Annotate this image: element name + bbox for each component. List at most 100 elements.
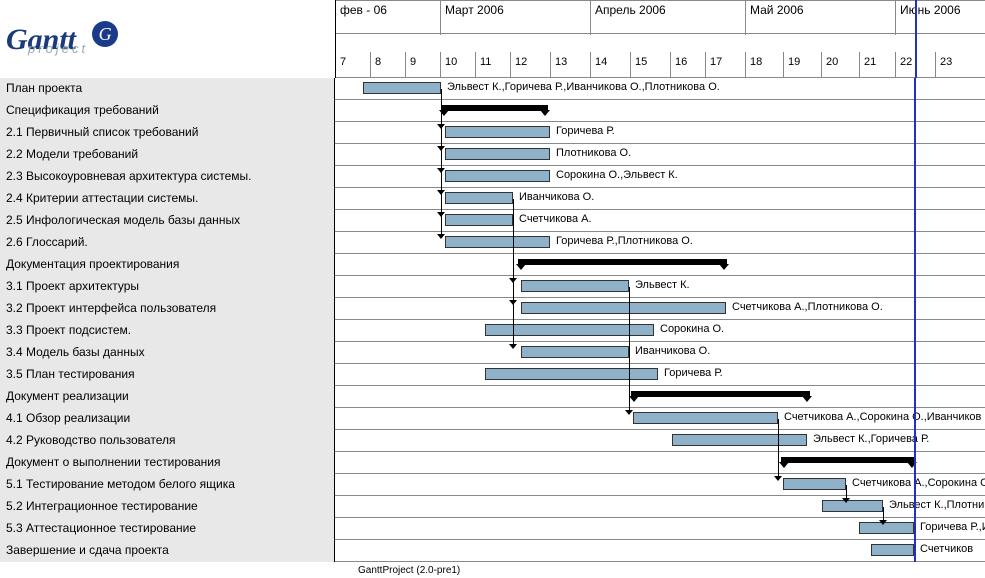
task-bar[interactable]: [445, 126, 550, 138]
task-label[interactable]: 3.5 План тестирования: [0, 364, 335, 386]
chart-cell[interactable]: [335, 254, 985, 276]
task-assignee-label: Сорокина О.: [660, 323, 724, 335]
dependency-line: [883, 507, 884, 520]
task-label[interactable]: 5.3 Аттестационное тестирование: [0, 518, 335, 540]
chart-cell[interactable]: Счетчикова А.,Сорокина О.,Ив: [335, 474, 985, 496]
logo-badge-icon: G: [92, 21, 118, 47]
task-label[interactable]: 3.2 Проект интерфейса пользователя: [0, 298, 335, 320]
dependency-arrow-icon: [842, 498, 850, 503]
task-label[interactable]: Спецификация требований: [0, 100, 335, 122]
month-row: фев - 06Март 2006Апрель 2006Май 2006Июнь…: [336, 0, 985, 34]
chart-cell[interactable]: Иванчикова О.: [335, 342, 985, 364]
dependency-arrow-icon: [774, 476, 782, 481]
task-bar[interactable]: [521, 280, 629, 292]
task-bar[interactable]: [363, 82, 441, 94]
chart-cell[interactable]: [335, 452, 985, 474]
chart-cell[interactable]: Горичева Р.,Плотникова О.: [335, 232, 985, 254]
task-row: 3.4 Модель базы данных Иванчикова О.: [0, 342, 985, 364]
task-label[interactable]: 3.1 Проект архитектуры: [0, 276, 335, 298]
task-label[interactable]: 2.3 Высокоуровневая архитектура системы.: [0, 166, 335, 188]
task-label[interactable]: 2.4 Критерии аттестации системы.: [0, 188, 335, 210]
task-bar[interactable]: [445, 236, 550, 248]
gantt-chart[interactable]: План проекта Эльвест К.,Горичева Р.,Иванч…: [0, 78, 985, 562]
chart-cell[interactable]: Сорокина О.,Эльвест К.: [335, 166, 985, 188]
task-label[interactable]: 3.3 Проект подсистем.: [0, 320, 335, 342]
task-bar[interactable]: [633, 412, 778, 424]
task-label[interactable]: 5.1 Тестирование методом белого ящика: [0, 474, 335, 496]
task-label[interactable]: 4.2 Руководство пользователя: [0, 430, 335, 452]
task-row: Завершение и сдача проектаСчетчиков: [0, 540, 985, 562]
task-assignee-label: Горичева Р.: [664, 367, 723, 379]
chart-cell[interactable]: [335, 386, 985, 408]
task-label[interactable]: Завершение и сдача проекта: [0, 540, 335, 562]
chart-cell[interactable]: Эльвест К.,Горичева Р.,Иванчикова О.,Пло…: [335, 78, 985, 100]
chart-cell[interactable]: Эльвест К.,Горичева Р.: [335, 430, 985, 452]
chart-cell[interactable]: [335, 100, 985, 122]
task-label[interactable]: План проекта: [0, 78, 335, 100]
task-row: Документация проектирования: [0, 254, 985, 276]
week-cell: 13: [551, 52, 591, 78]
timeline-header: фев - 06Март 2006Апрель 2006Май 2006Июнь…: [335, 0, 985, 78]
today-line: [915, 0, 917, 78]
chart-cell[interactable]: Счетчикова А.,Плотникова О.: [335, 298, 985, 320]
task-label[interactable]: Документ реализации: [0, 386, 335, 408]
task-bar[interactable]: [445, 148, 550, 160]
chart-cell[interactable]: Эльвест К.: [335, 276, 985, 298]
task-assignee-label: Эльвест К.,Плотникова: [889, 499, 985, 511]
task-label[interactable]: 3.4 Модель базы данных: [0, 342, 335, 364]
task-label[interactable]: 5.2 Интеграционное тестирование: [0, 496, 335, 518]
dependency-line: [441, 89, 442, 234]
app-logo: Gantt project G: [0, 0, 335, 78]
chart-cell[interactable]: Горичева Р.: [335, 122, 985, 144]
week-cell: 10: [441, 52, 476, 78]
task-bar[interactable]: [445, 214, 513, 226]
task-label[interactable]: 2.6 Глоссарий.: [0, 232, 335, 254]
task-row: 3.1 Проект архитектурыЭльвест К.: [0, 276, 985, 298]
task-assignee-label: Иванчикова О.: [635, 345, 710, 357]
chart-cell[interactable]: Эльвест К.,Плотникова: [335, 496, 985, 518]
task-assignee-label: Сорокина О.,Эльвест К.: [556, 169, 678, 181]
task-row: Спецификация требований: [0, 100, 985, 122]
summary-bar[interactable]: [781, 457, 915, 463]
task-bar[interactable]: [521, 346, 629, 358]
chart-cell[interactable]: Счетчиков: [335, 540, 985, 562]
week-cell: 19: [784, 52, 822, 78]
chart-cell[interactable]: Счетчикова А.: [335, 210, 985, 232]
task-assignee-label: Счетчикова А.: [519, 213, 592, 225]
task-bar[interactable]: [445, 170, 550, 182]
task-assignee-label: Эльвест К.,Горичева Р.,Иванчикова О.,Пло…: [447, 81, 720, 93]
dependency-arrow-icon: [625, 410, 633, 415]
task-assignee-label: Иванчикова О.: [519, 191, 594, 203]
dependency-arrow-icon: [879, 520, 887, 525]
dependency-arrow-icon: [509, 344, 517, 349]
chart-cell[interactable]: Горичева Р.,Иванч: [335, 518, 985, 540]
task-bar[interactable]: [485, 368, 658, 380]
chart-cell[interactable]: Сорокина О.: [335, 320, 985, 342]
chart-cell[interactable]: Иванчикова О.: [335, 188, 985, 210]
week-cell: 18: [746, 52, 784, 78]
chart-cell[interactable]: Плотникова О.: [335, 144, 985, 166]
task-label[interactable]: 2.2 Модели требований: [0, 144, 335, 166]
month-cell: Июнь 2006: [896, 1, 985, 35]
task-label[interactable]: Документ о выполнении тестирования: [0, 452, 335, 474]
task-row: 3.3 Проект подсистем. Сорокина О.: [0, 320, 985, 342]
task-row: 3.5 План тестирования Горичева Р.: [0, 364, 985, 386]
task-bar[interactable]: [521, 302, 726, 314]
task-label[interactable]: 2.1 Первичный список требований: [0, 122, 335, 144]
task-bar[interactable]: [672, 434, 807, 446]
chart-cell[interactable]: Горичева Р.: [335, 364, 985, 386]
summary-bar[interactable]: [631, 391, 810, 397]
summary-bar[interactable]: [441, 105, 548, 111]
task-row: 2.2 Модели требованийПлотникова О.: [0, 144, 985, 166]
task-bar[interactable]: [871, 544, 914, 556]
summary-bar[interactable]: [518, 259, 727, 265]
task-bar[interactable]: [783, 478, 846, 490]
task-label[interactable]: 4.1 Обзор реализации: [0, 408, 335, 430]
task-label[interactable]: 2.5 Инфологическая модель базы данных: [0, 210, 335, 232]
chart-cell[interactable]: Счетчикова А.,Сорокина О.,Иванчиков: [335, 408, 985, 430]
task-assignee-label: Горичева Р.: [556, 125, 615, 137]
task-bar[interactable]: [445, 192, 513, 204]
task-bar[interactable]: [822, 500, 883, 512]
task-label[interactable]: Документация проектирования: [0, 254, 335, 276]
task-row: 5.2 Интеграционное тестирование Эльвест К…: [0, 496, 985, 518]
